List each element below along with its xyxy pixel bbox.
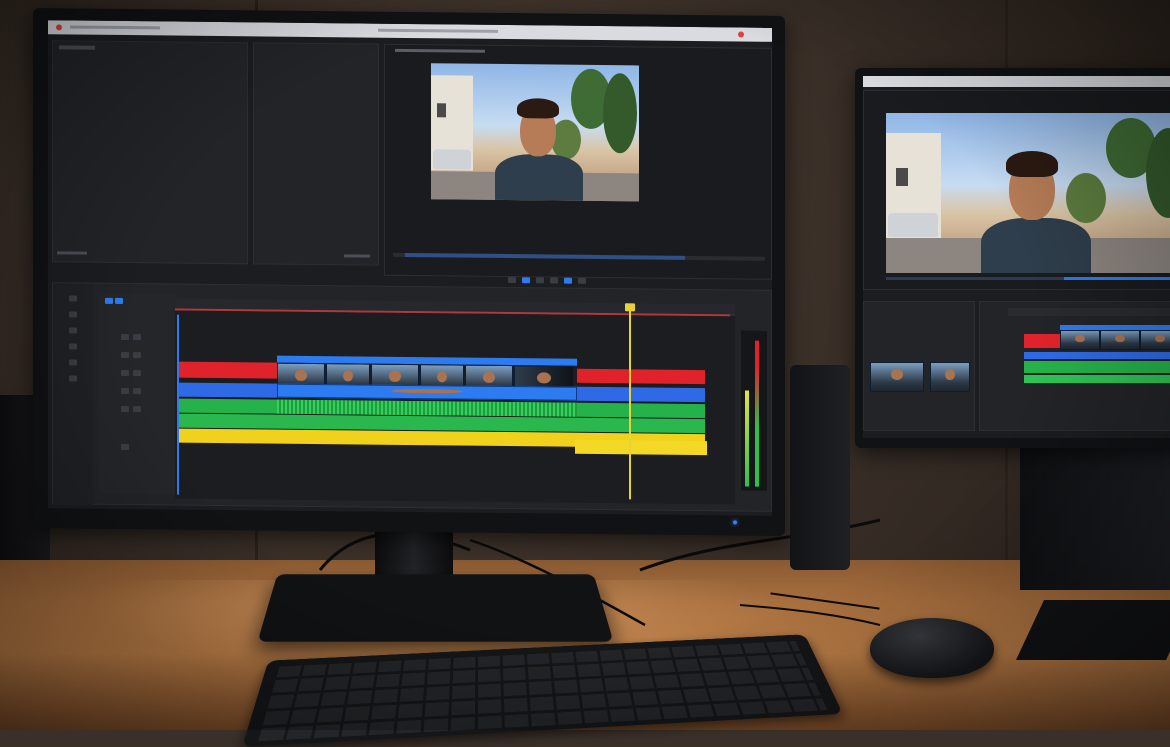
- selection-tool-icon[interactable]: [69, 295, 77, 302]
- pen-tool-icon[interactable]: [69, 359, 77, 366]
- right-speaker: [790, 365, 850, 570]
- bin-clip-thumbnail[interactable]: [870, 362, 924, 392]
- meter-right: [755, 340, 759, 487]
- right-timeline-ruler: [1008, 308, 1170, 316]
- export-frame-icon[interactable]: [578, 277, 586, 284]
- effects-footer: [344, 254, 370, 258]
- close-window-icon[interactable]: [56, 24, 62, 31]
- linked-selection-icon[interactable]: [115, 297, 123, 305]
- program-video-frame: [431, 63, 639, 202]
- right-clip-thumb[interactable]: [1140, 330, 1170, 350]
- main-monitor-screen: [48, 20, 772, 516]
- right-scrub-progress: [1064, 277, 1170, 280]
- playhead[interactable]: [629, 309, 631, 500]
- track-a4-yellow[interactable]: [575, 439, 707, 456]
- computer-mouse: [870, 618, 994, 678]
- lock-icon[interactable]: [121, 351, 129, 359]
- track-headers: [99, 293, 175, 495]
- frame-window: [437, 103, 446, 118]
- tools-column: [53, 283, 93, 506]
- right-track-green-2[interactable]: [1024, 375, 1170, 383]
- main-monitor-base: [257, 574, 614, 642]
- source-tab[interactable]: [59, 45, 95, 50]
- frame-car: [888, 213, 938, 237]
- frame-tree: [1066, 173, 1106, 223]
- right-clip-thumb[interactable]: [1100, 330, 1140, 350]
- lock-icon[interactable]: [121, 333, 129, 341]
- program-title: [395, 48, 485, 53]
- stop-icon[interactable]: [536, 277, 544, 284]
- program-scrub-progress[interactable]: [405, 252, 685, 260]
- track-v2-red-left[interactable]: [179, 361, 279, 379]
- menu-items: [70, 25, 160, 30]
- play-icon[interactable]: [522, 277, 530, 284]
- frame-person-body: [981, 218, 1091, 273]
- audio-meters: [741, 330, 767, 491]
- right-monitor: [855, 68, 1170, 448]
- right-project-bin: [863, 301, 975, 431]
- status-indicator-icon: [738, 31, 744, 38]
- hand-tool-icon[interactable]: [69, 327, 77, 334]
- speaker-icon[interactable]: [121, 405, 129, 413]
- meter-left: [745, 390, 749, 487]
- text-tool-icon[interactable]: [69, 343, 77, 350]
- frame-window: [896, 168, 908, 186]
- timeline-panel: [52, 282, 772, 512]
- main-menubar: [48, 20, 772, 42]
- playhead-handle[interactable]: [625, 303, 635, 312]
- frame-tree: [603, 73, 637, 154]
- eye-icon[interactable]: [133, 352, 141, 359]
- frame-person-hair: [1006, 151, 1058, 177]
- mute-icon[interactable]: [133, 406, 141, 413]
- right-video-frame: [886, 113, 1170, 273]
- razor-tool-icon[interactable]: [69, 311, 77, 318]
- frame-person-body: [495, 153, 583, 202]
- bin-clip-thumbnail[interactable]: [930, 362, 970, 392]
- power-led-icon: [733, 520, 737, 525]
- right-monitor-screen: [863, 76, 1170, 438]
- source-timecode: [57, 251, 87, 255]
- snap-icon[interactable]: [105, 297, 113, 304]
- zoom-tool-icon[interactable]: [69, 375, 77, 382]
- right-track-green[interactable]: [1024, 361, 1170, 373]
- step-forward-icon[interactable]: [550, 277, 558, 284]
- effects-panel: [253, 42, 379, 266]
- right-track-blue[interactable]: [1024, 352, 1170, 359]
- eye-icon[interactable]: [133, 334, 141, 341]
- speaker-icon[interactable]: [121, 369, 129, 377]
- source-panel: [52, 40, 248, 265]
- program-monitor: [384, 43, 772, 280]
- mute-icon[interactable]: [133, 370, 141, 377]
- title-text: [378, 28, 498, 33]
- frame-person-hair: [517, 98, 559, 119]
- transport-controls: [508, 277, 628, 286]
- track-v2-red-right[interactable]: [577, 368, 705, 385]
- speaker-icon[interactable]: [121, 387, 129, 395]
- loop-icon[interactable]: [564, 277, 572, 284]
- main-monitor: [33, 8, 785, 536]
- add-track-icon[interactable]: [121, 443, 129, 451]
- right-menubar: [863, 76, 1170, 87]
- right-program-monitor: [863, 90, 1170, 290]
- step-back-icon[interactable]: [508, 277, 516, 284]
- right-monitor-base: [1016, 600, 1170, 660]
- right-clip-thumb[interactable]: [1060, 330, 1100, 350]
- right-timeline: [979, 301, 1170, 431]
- mute-icon[interactable]: [133, 388, 141, 395]
- frame-car: [433, 149, 471, 170]
- right-monitor-stand: [1020, 440, 1170, 590]
